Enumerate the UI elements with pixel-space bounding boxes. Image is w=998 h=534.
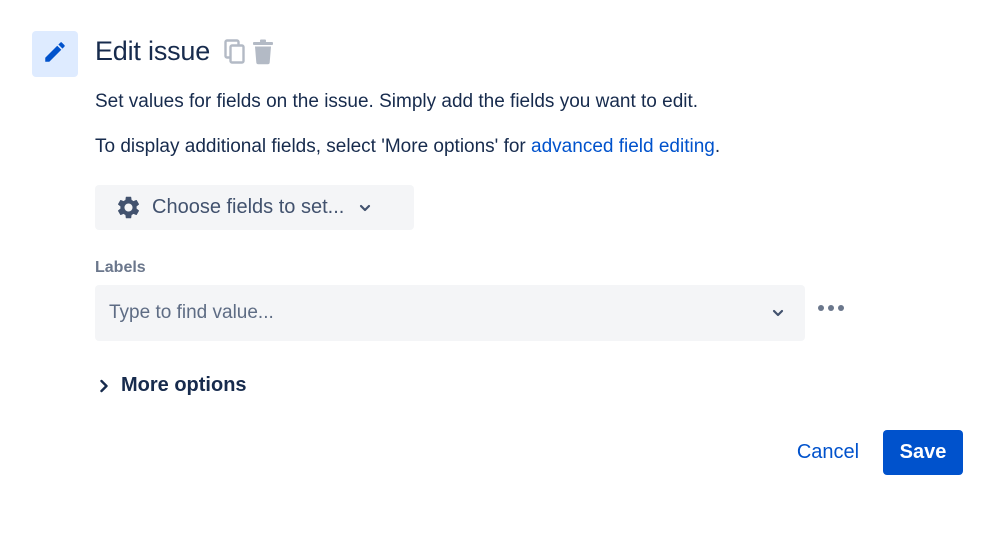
labels-input[interactable] xyxy=(95,285,771,341)
labels-select[interactable] xyxy=(95,285,805,341)
advanced-field-editing-link[interactable]: advanced field editing xyxy=(531,136,715,157)
gear-icon xyxy=(115,194,142,221)
edit-issue-icon-tile xyxy=(32,31,78,77)
more-actions-icon[interactable] xyxy=(816,297,846,319)
save-button[interactable]: Save xyxy=(883,430,963,475)
chevron-down-icon[interactable] xyxy=(771,306,785,320)
pencil-icon xyxy=(42,39,68,70)
chevron-down-icon xyxy=(358,201,372,215)
description-line-2-suffix: . xyxy=(714,136,721,157)
choose-fields-label: Choose fields to set... xyxy=(152,196,345,218)
description-line-2: To display additional fields, select 'Mo… xyxy=(95,136,720,158)
trash-icon[interactable] xyxy=(252,39,274,65)
more-options-label: More options xyxy=(121,374,247,396)
choose-fields-button[interactable]: Choose fields to set... xyxy=(95,185,414,230)
chevron-right-icon xyxy=(99,379,109,393)
labels-field-label: Labels xyxy=(95,259,146,276)
description-line-1: Set values for fields on the issue. Simp… xyxy=(95,91,699,112)
header: Edit issue xyxy=(95,36,274,67)
description-line-2-text: To display additional fields, select 'Mo… xyxy=(95,136,532,157)
cancel-button[interactable]: Cancel xyxy=(786,430,870,475)
more-options-toggle[interactable]: More options xyxy=(99,374,247,397)
page-title: Edit issue xyxy=(95,36,211,66)
title-actions xyxy=(224,38,274,65)
copy-icon[interactable] xyxy=(224,38,246,65)
